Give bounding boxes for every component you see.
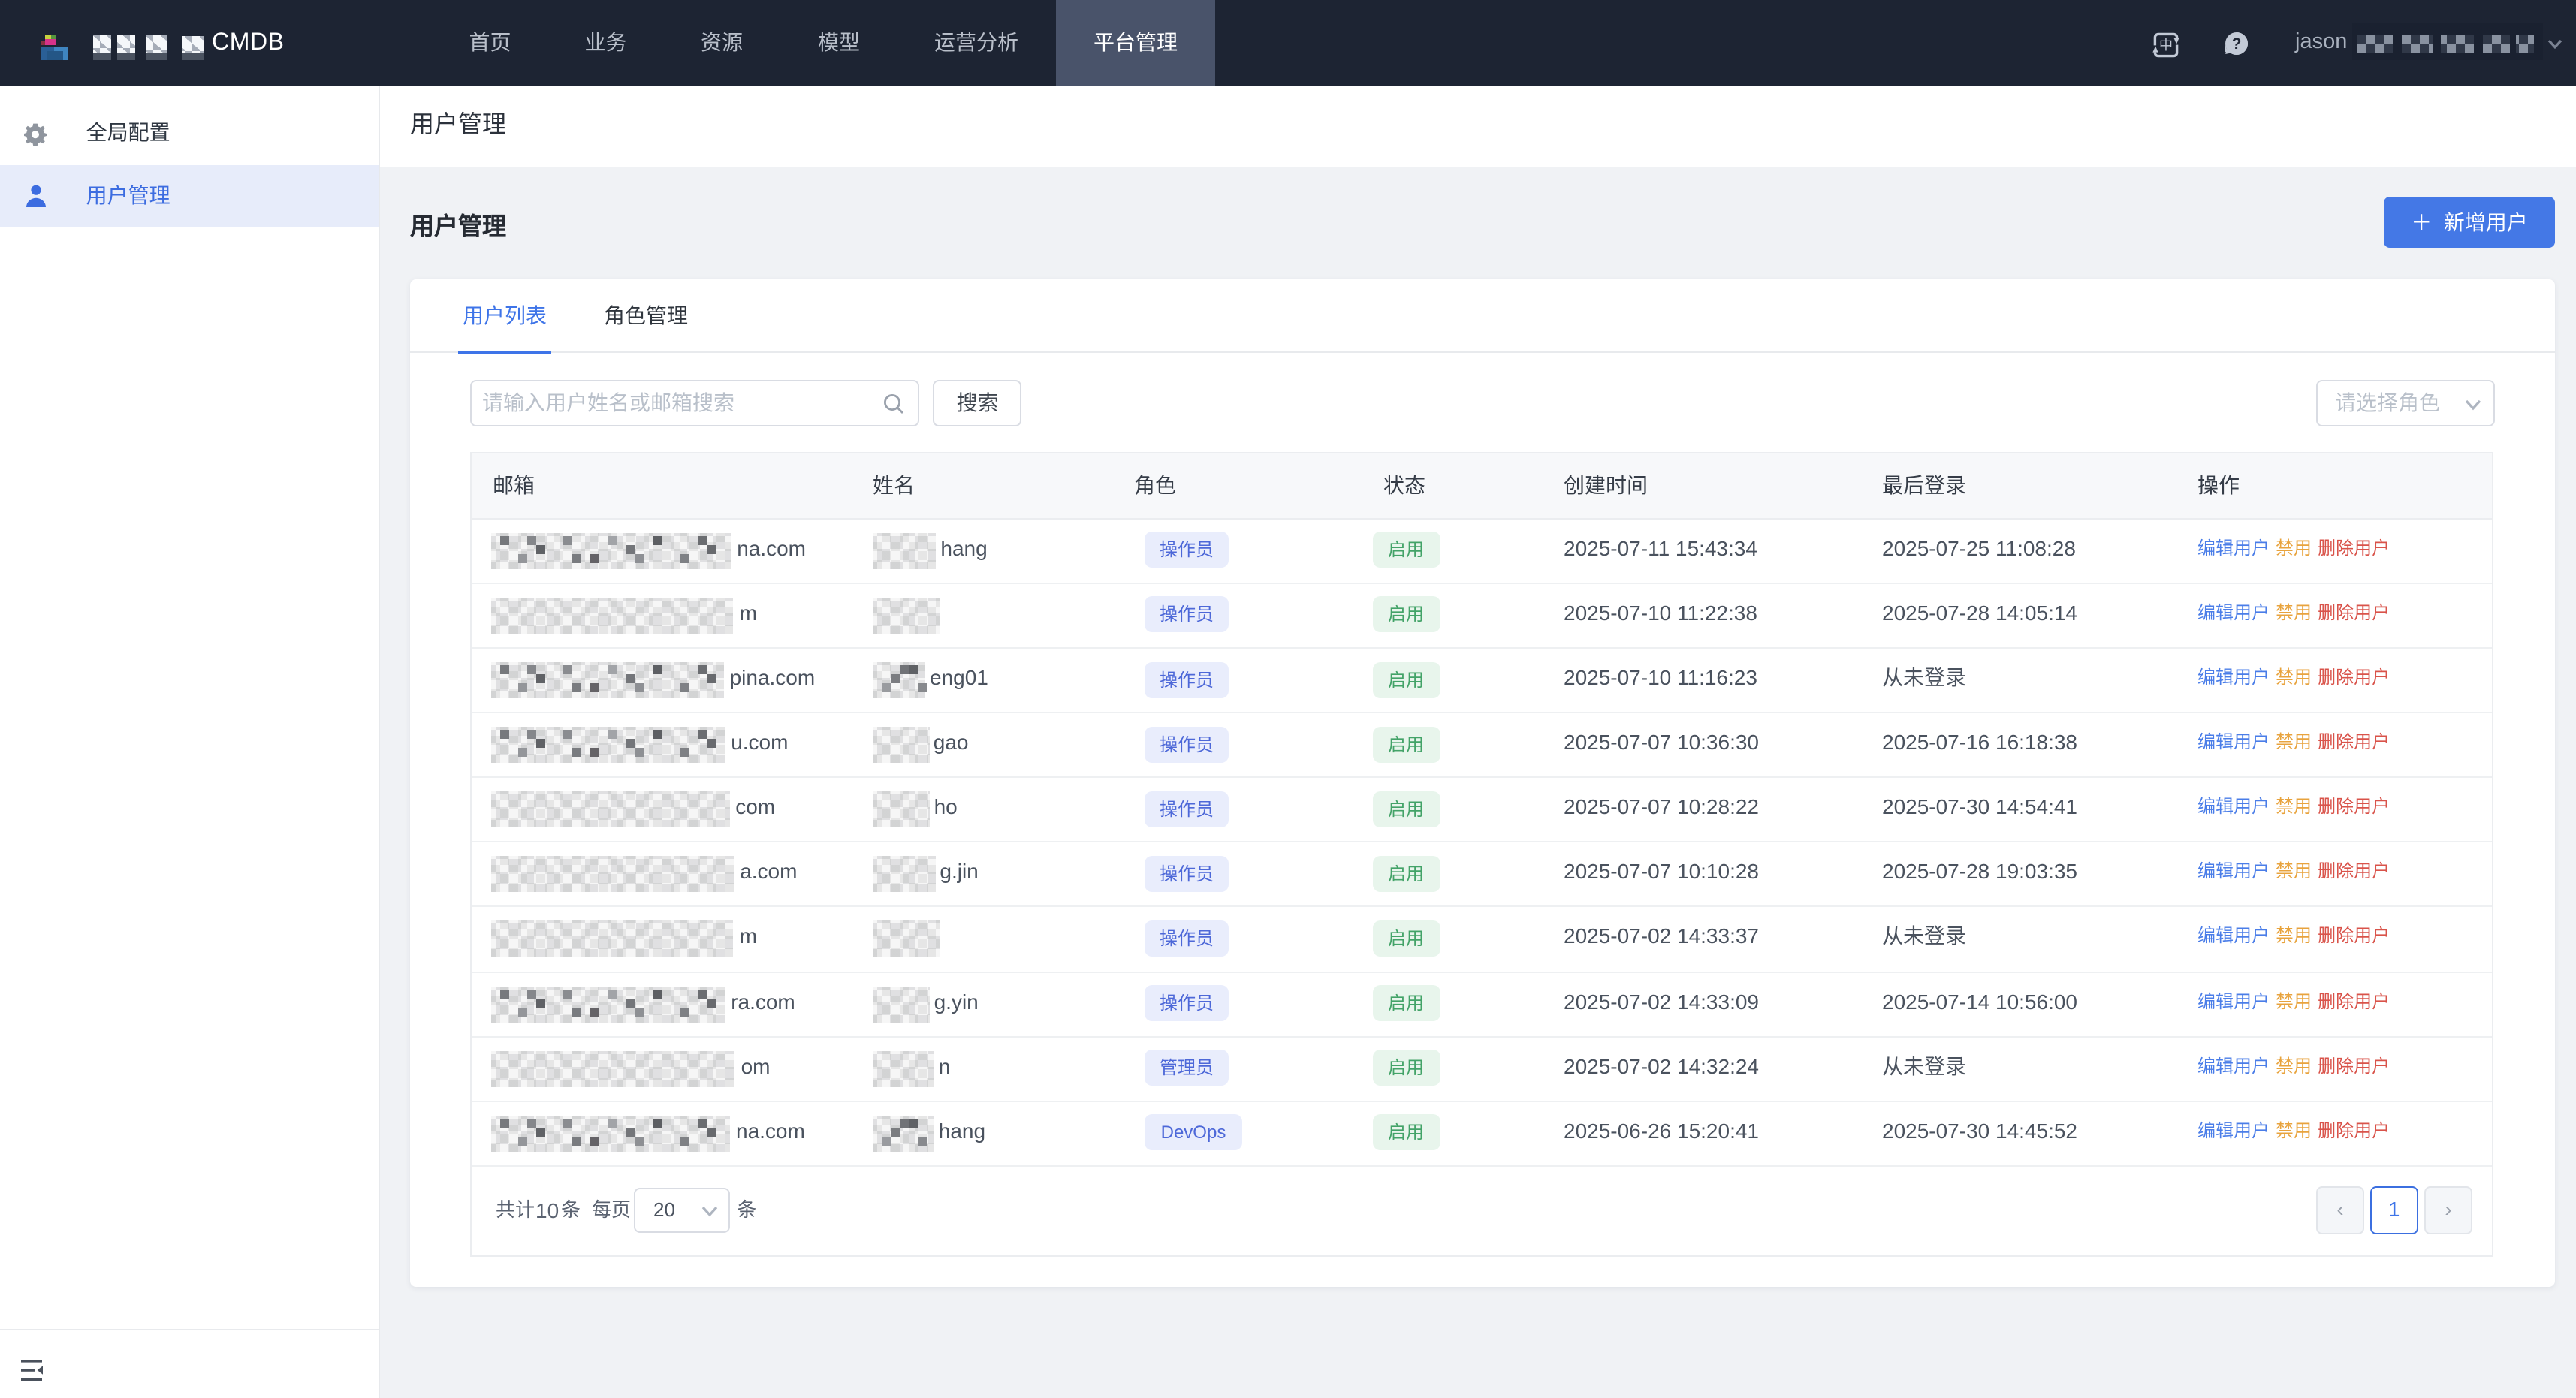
svg-text:?: ?: [2232, 35, 2242, 53]
svg-text:中: 中: [2159, 37, 2173, 52]
